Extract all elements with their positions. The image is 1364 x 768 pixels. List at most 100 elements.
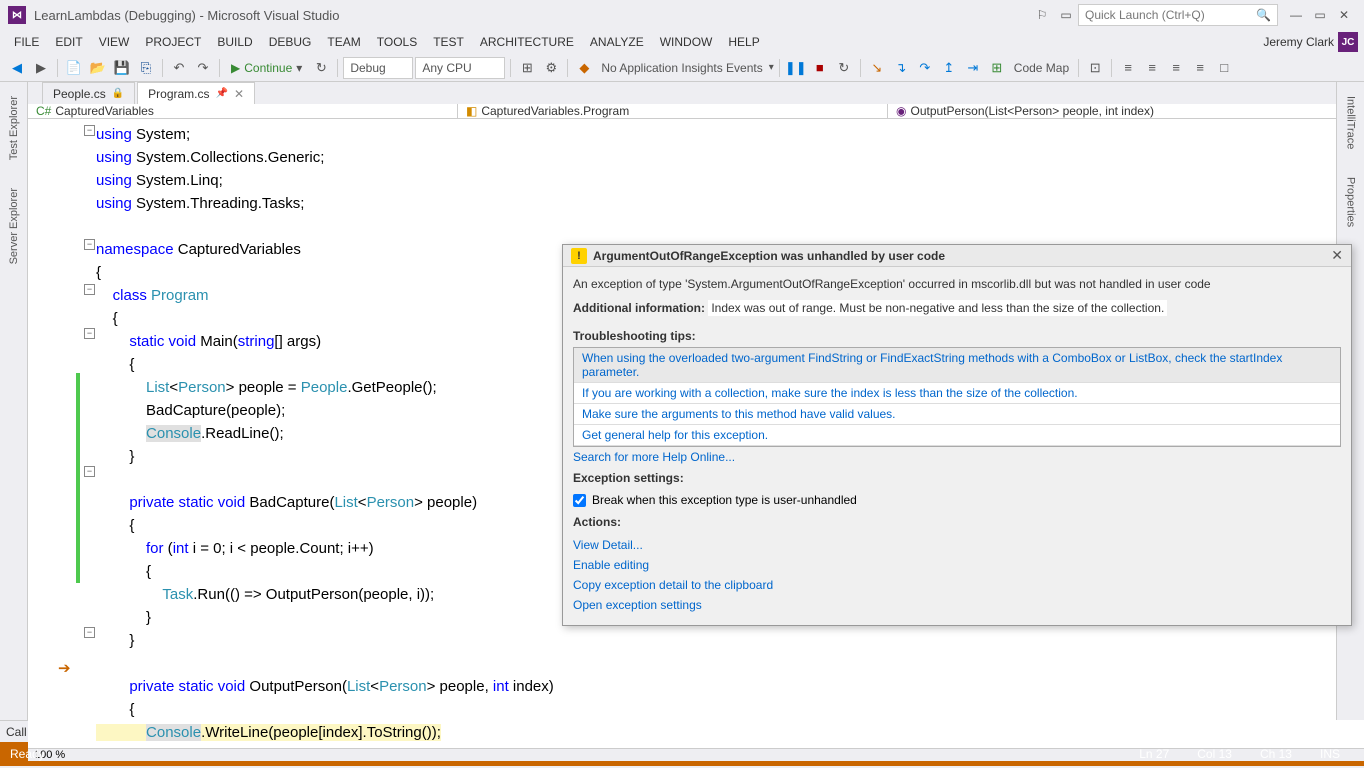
- tab-program-cs[interactable]: Program.cs 📌 ✕: [137, 82, 255, 104]
- menu-view[interactable]: VIEW: [91, 32, 138, 52]
- action-view-detail[interactable]: View Detail...: [563, 535, 1351, 555]
- status-ch: Ch 13: [1246, 747, 1306, 761]
- search-icon: 🔍: [1256, 8, 1271, 22]
- additional-info-text: Index was out of range. Must be non-nega…: [708, 300, 1167, 316]
- left-sidebar: Test Explorer Server Explorer: [0, 82, 28, 720]
- break-checkbox-row: Break when this exception type is user-u…: [563, 489, 1351, 511]
- appinsights-dropdown[interactable]: No Application Insights Events: [597, 61, 766, 75]
- codemap-icon[interactable]: ⊞: [986, 57, 1008, 79]
- nav-member-select[interactable]: ◉ OutputPerson(List<Person> people, int …: [888, 104, 1364, 118]
- chevron-down-icon: ▾: [296, 61, 302, 75]
- tip-link[interactable]: Make sure the arguments to this method h…: [574, 404, 1340, 425]
- status-col: Col 13: [1183, 747, 1246, 761]
- toolbar-extra4[interactable]: ≡: [1165, 57, 1187, 79]
- step-into-button[interactable]: ↴: [890, 57, 912, 79]
- run-to-cursor-button[interactable]: ⇥: [962, 57, 984, 79]
- class-icon: ◧: [466, 104, 477, 118]
- codemap-button[interactable]: Code Map: [1010, 61, 1073, 75]
- redo-button[interactable]: ↷: [192, 57, 214, 79]
- menu-tools[interactable]: TOOLS: [369, 32, 425, 52]
- user-name[interactable]: Jeremy Clark: [1263, 35, 1334, 49]
- properties-tab[interactable]: Properties: [1343, 171, 1359, 233]
- close-exception-button[interactable]: ✕: [1331, 247, 1343, 264]
- action-copy-detail[interactable]: Copy exception detail to the clipboard: [563, 575, 1351, 595]
- close-tab-icon[interactable]: ✕: [234, 87, 244, 101]
- troubleshooting-tips-list: When using the overloaded two-argument F…: [573, 347, 1341, 447]
- document-tabs: People.cs 🔒 Program.cs 📌 ✕: [28, 82, 1364, 104]
- menu-help[interactable]: HELP: [720, 32, 767, 52]
- close-button[interactable]: ✕: [1332, 3, 1356, 27]
- feedback-icon[interactable]: ▭: [1054, 3, 1078, 27]
- menu-file[interactable]: FILE: [6, 32, 47, 52]
- continue-button[interactable]: ▶ Continue ▾: [225, 61, 308, 75]
- toolbar-extra6[interactable]: □: [1213, 57, 1235, 79]
- tab-people-cs[interactable]: People.cs 🔒: [42, 82, 135, 104]
- editor-gutter[interactable]: ➔: [28, 119, 76, 748]
- exception-message: An exception of type 'System.ArgumentOut…: [563, 267, 1351, 325]
- process-icon[interactable]: ⊞: [516, 57, 538, 79]
- troubleshooting-label: Troubleshooting tips:: [563, 325, 1351, 347]
- nav-scope-select[interactable]: C# CapturedVariables: [28, 104, 458, 118]
- thread-icon[interactable]: ⚙: [540, 57, 562, 79]
- toolbar-extra3[interactable]: ≡: [1141, 57, 1163, 79]
- undo-button[interactable]: ↶: [168, 57, 190, 79]
- menu-team[interactable]: TEAM: [319, 32, 368, 52]
- toolbar-extra2[interactable]: ≡: [1117, 57, 1139, 79]
- toolbar: ◀ ▶ 📄 📂 💾 ⎘ ↶ ↷ ▶ Continue ▾ ↻ Debug Any…: [0, 54, 1364, 82]
- restart-button[interactable]: ↻: [833, 57, 855, 79]
- config-select[interactable]: Debug: [343, 57, 413, 79]
- notification-flag-icon[interactable]: ⚐: [1030, 3, 1054, 27]
- menu-test[interactable]: TEST: [425, 32, 472, 52]
- navigation-bar: C# CapturedVariables ◧ CapturedVariables…: [28, 104, 1364, 119]
- pin-icon[interactable]: 📌: [216, 88, 228, 99]
- new-project-button[interactable]: 📄: [63, 57, 85, 79]
- action-enable-editing[interactable]: Enable editing: [563, 555, 1351, 575]
- restart-debug-button[interactable]: ↻: [310, 57, 332, 79]
- nav-class-select[interactable]: ◧ CapturedVariables.Program: [458, 104, 888, 118]
- menu-analyze[interactable]: ANALYZE: [582, 32, 652, 52]
- exception-title: ArgumentOutOfRangeException was unhandle…: [593, 249, 1325, 263]
- server-explorer-tab[interactable]: Server Explorer: [6, 182, 22, 270]
- break-when-unhandled-checkbox[interactable]: [573, 494, 586, 507]
- nav-fwd-button[interactable]: ▶: [30, 57, 52, 79]
- pause-button[interactable]: ❚❚: [785, 57, 807, 79]
- menu-debug[interactable]: DEBUG: [261, 32, 320, 52]
- toolbar-extra1[interactable]: ⊡: [1084, 57, 1106, 79]
- play-icon: ▶: [231, 61, 240, 75]
- nav-back-button[interactable]: ◀: [6, 57, 28, 79]
- stop-button[interactable]: ■: [809, 57, 831, 79]
- save-button[interactable]: 💾: [111, 57, 133, 79]
- tip-link[interactable]: When using the overloaded two-argument F…: [574, 348, 1340, 383]
- titlebar: ⋈ LearnLambdas (Debugging) - Microsoft V…: [0, 0, 1364, 30]
- test-explorer-tab[interactable]: Test Explorer: [6, 90, 22, 166]
- status-ready: Ready: [10, 747, 45, 761]
- vs-logo-icon: ⋈: [8, 6, 26, 24]
- step-over-button[interactable]: ↷: [914, 57, 936, 79]
- step-out-button[interactable]: ↥: [938, 57, 960, 79]
- maximize-button[interactable]: ▭: [1308, 3, 1332, 27]
- open-file-button[interactable]: 📂: [87, 57, 109, 79]
- menu-build[interactable]: BUILD: [209, 32, 260, 52]
- search-online-link[interactable]: Search for more Help Online...: [563, 447, 1351, 467]
- menubar: FILE EDIT VIEW PROJECT BUILD DEBUG TEAM …: [0, 30, 1364, 54]
- show-next-statement-button[interactable]: ↘: [866, 57, 888, 79]
- intellitrace-tab[interactable]: IntelliTrace: [1343, 90, 1359, 155]
- status-ins: INS: [1306, 747, 1354, 761]
- save-all-button[interactable]: ⎘: [135, 57, 157, 79]
- menu-architecture[interactable]: ARCHITECTURE: [472, 32, 582, 52]
- tip-link[interactable]: If you are working with a collection, ma…: [574, 383, 1340, 404]
- platform-select[interactable]: Any CPU: [415, 57, 505, 79]
- menu-project[interactable]: PROJECT: [137, 32, 209, 52]
- csharp-icon: C#: [36, 104, 51, 118]
- toolbar-extra5[interactable]: ≡: [1189, 57, 1211, 79]
- minimize-button[interactable]: —: [1284, 3, 1308, 27]
- menu-window[interactable]: WINDOW: [652, 32, 721, 52]
- quick-launch-input[interactable]: Quick Launch (Ctrl+Q) 🔍: [1078, 4, 1278, 26]
- chevron-down-icon: ▾: [769, 62, 774, 73]
- tip-link[interactable]: Get general help for this exception.: [574, 425, 1340, 446]
- exception-helper-popup: ! ArgumentOutOfRangeException was unhand…: [562, 244, 1352, 626]
- user-avatar[interactable]: JC: [1338, 32, 1358, 52]
- action-open-settings[interactable]: Open exception settings: [563, 595, 1351, 615]
- menu-edit[interactable]: EDIT: [47, 32, 90, 52]
- pin-icon[interactable]: 🔒: [112, 88, 124, 99]
